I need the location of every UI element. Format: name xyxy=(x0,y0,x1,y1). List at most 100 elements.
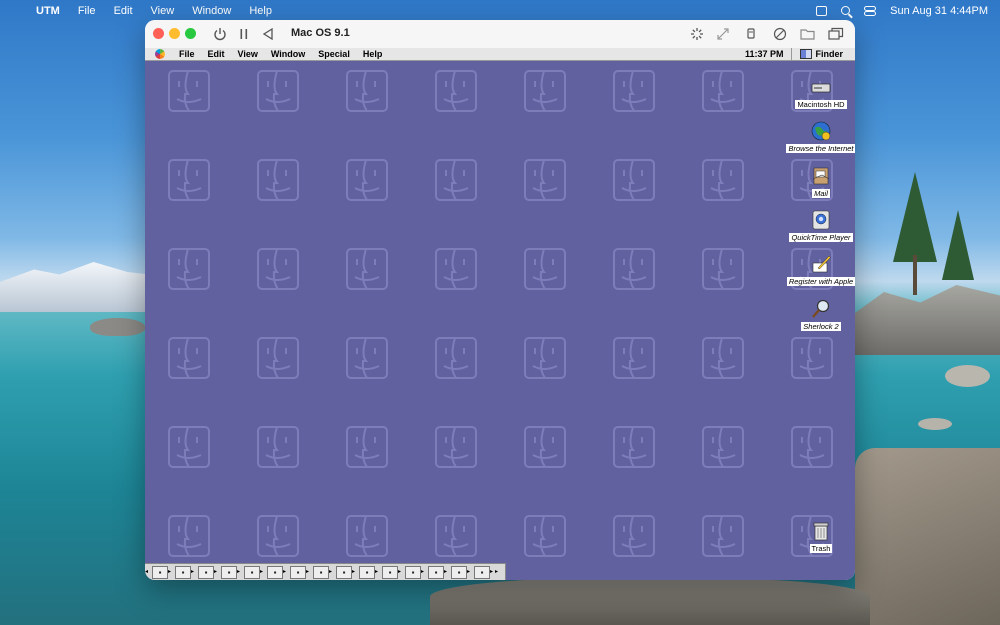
windows-icon[interactable] xyxy=(828,27,844,41)
control-strip-arrow[interactable]: ▸ xyxy=(375,566,380,579)
control-strip-tab[interactable]: ◂ xyxy=(145,566,150,579)
control-strip-arrow[interactable]: ▸ xyxy=(421,566,426,579)
app-menu-utm[interactable]: UTM xyxy=(36,5,60,17)
menu-window[interactable]: Window xyxy=(192,5,231,17)
control-strip-color-icon[interactable]: ▪ xyxy=(290,565,306,579)
host-status-area: Sun Aug 31 4:44PM xyxy=(816,0,988,21)
cd-icon[interactable] xyxy=(773,27,787,41)
control-strip-arrow[interactable]: ▸ xyxy=(444,566,449,579)
quicktime-icon xyxy=(812,210,830,230)
control-strip-arrow[interactable]: ▸ xyxy=(260,566,265,579)
desktop-icon-mail[interactable]: Mail xyxy=(783,165,855,198)
mac-face-pattern-icon xyxy=(257,159,299,201)
mac-face-pattern-icon xyxy=(613,426,655,468)
control-strip-arrow[interactable]: ▸ xyxy=(467,566,472,579)
menu-view[interactable]: View xyxy=(151,5,175,17)
mac-face-pattern-icon xyxy=(702,337,744,379)
close-button[interactable] xyxy=(153,28,164,39)
desktop-icon-macintosh-hd[interactable]: Macintosh HD xyxy=(783,76,855,109)
control-strip-speaker-icon[interactable]: ▪ xyxy=(382,565,398,579)
desktop-icon-browse-internet[interactable]: Browse the Internet xyxy=(783,120,855,153)
magnifier-icon xyxy=(812,299,830,318)
control-strip-arrow[interactable]: ▸ xyxy=(168,566,173,579)
os9-menu-edit[interactable]: Edit xyxy=(208,49,225,59)
finder-icon xyxy=(800,49,813,59)
menu-file[interactable]: File xyxy=(78,5,96,17)
control-strip-keychain-icon[interactable]: ▪ xyxy=(198,565,214,579)
guest-screen[interactable]: File Edit View Window Special Help 11:37… xyxy=(145,48,855,580)
control-strip-arrow[interactable]: ▸ xyxy=(352,566,357,579)
mac-face-pattern-icon xyxy=(524,426,566,468)
resize-icon[interactable] xyxy=(716,27,730,41)
control-strip-lock-icon[interactable]: ▪ xyxy=(244,565,260,579)
spinner-icon[interactable] xyxy=(690,27,704,41)
os9-menu-file[interactable]: File xyxy=(179,49,195,59)
control-strip-monitor-icon[interactable]: ▪ xyxy=(152,565,168,579)
pine-tree xyxy=(893,172,937,262)
register-pen-icon xyxy=(812,255,831,273)
folder-icon[interactable] xyxy=(800,27,816,41)
mac-face-pattern-icon xyxy=(168,426,210,468)
os9-apple-menu-icon[interactable] xyxy=(155,49,165,59)
os9-menu-help[interactable]: Help xyxy=(363,49,383,59)
zoom-button[interactable] xyxy=(185,28,196,39)
control-strip-arrow[interactable]: ▸ xyxy=(283,566,288,579)
control-strip-arrow[interactable]: ▸ xyxy=(306,566,311,579)
control-strip-cube-icon[interactable]: ▪ xyxy=(221,565,237,579)
desktop-icon-label: Macintosh HD xyxy=(795,100,847,109)
mail-icon xyxy=(812,167,830,185)
mac-face-pattern-icon xyxy=(168,159,210,201)
mac-face-pattern-icon xyxy=(435,426,477,468)
trash-icon xyxy=(813,522,829,541)
control-strip-battery-icon[interactable]: ▪ xyxy=(267,565,283,579)
control-strip-remote-icon[interactable]: ▪ xyxy=(428,565,444,579)
back-icon[interactable] xyxy=(262,28,274,40)
control-strip[interactable]: ◂ ▪ ▸ ▪ ▸ ▪ ▸ ▪ ▸ ▪ ▸ ▪ ▸ ▪ ▸ ▪ ▸ ▪ ▸ ▪ ▸ ▪ ▸ ▪ ▸ ▪ ▸ ▪ ▸ ▪ ▸ ▸ xyxy=(145,563,506,580)
mac-face-pattern-icon xyxy=(613,515,655,557)
screen-mirror-icon[interactable] xyxy=(816,5,828,16)
control-strip-appletalk-icon[interactable]: ▪ xyxy=(405,565,421,579)
control-strip-clock-icon[interactable]: ▪ xyxy=(175,565,191,579)
mac-face-pattern-icon xyxy=(346,515,388,557)
minimize-button[interactable] xyxy=(169,28,180,39)
desktop-icon-trash[interactable]: Trash xyxy=(783,520,855,553)
control-strip-arrow[interactable]: ▸ xyxy=(237,566,242,579)
os9-app-menu[interactable]: Finder xyxy=(815,49,843,59)
spotlight-search-icon[interactable] xyxy=(841,6,851,15)
rock xyxy=(918,418,952,430)
power-icon[interactable] xyxy=(213,27,227,41)
mac-face-pattern-icon xyxy=(613,248,655,290)
pause-icon[interactable] xyxy=(239,28,249,40)
menu-help[interactable]: Help xyxy=(249,5,272,17)
control-strip-printer-icon[interactable]: ▪ xyxy=(336,565,352,579)
control-strip-web-icon[interactable]: ▪ xyxy=(451,565,467,579)
control-strip-arrow[interactable]: ▸ xyxy=(191,566,196,579)
utm-window: Mac OS 9.1 File Edit View Window Special… xyxy=(145,20,855,580)
mac-face-pattern-icon xyxy=(435,159,477,201)
desktop-icon-sherlock[interactable]: Sherlock 2 xyxy=(783,298,855,331)
os9-menu-special[interactable]: Special xyxy=(318,49,350,59)
mac-face-pattern-icon xyxy=(346,159,388,201)
control-strip-sound-icon[interactable]: ▪ xyxy=(474,565,490,579)
mac-face-pattern-icon xyxy=(524,70,566,112)
menubar-clock[interactable]: Sun Aug 31 4:44PM xyxy=(890,5,988,17)
control-strip-arrow[interactable]: ▸ xyxy=(329,566,334,579)
control-strip-file-share-icon[interactable]: ▪ xyxy=(313,565,329,579)
control-strip-end-tab[interactable]: ▸ xyxy=(495,566,505,579)
control-strip-quicktime-icon[interactable]: ▪ xyxy=(359,565,375,579)
control-strip-arrow[interactable]: ▸ xyxy=(214,566,219,579)
window-title: Mac OS 9.1 xyxy=(291,27,350,39)
mac-face-pattern-icon xyxy=(257,426,299,468)
desktop-icon-register[interactable]: Register with Apple xyxy=(783,253,855,286)
menu-edit[interactable]: Edit xyxy=(114,5,133,17)
hard-disk-icon xyxy=(811,83,831,93)
control-center-icon[interactable] xyxy=(864,5,877,16)
desktop-icon-quicktime[interactable]: QuickTime Player xyxy=(783,209,855,242)
usb-icon[interactable] xyxy=(745,27,757,41)
os9-menu-window[interactable]: Window xyxy=(271,49,305,59)
mac-face-pattern-icon xyxy=(435,70,477,112)
os9-clock[interactable]: 11:37 PM xyxy=(745,49,784,59)
control-strip-arrow[interactable]: ▸ xyxy=(398,566,403,579)
boulder xyxy=(430,578,870,625)
os9-menu-view[interactable]: View xyxy=(238,49,258,59)
